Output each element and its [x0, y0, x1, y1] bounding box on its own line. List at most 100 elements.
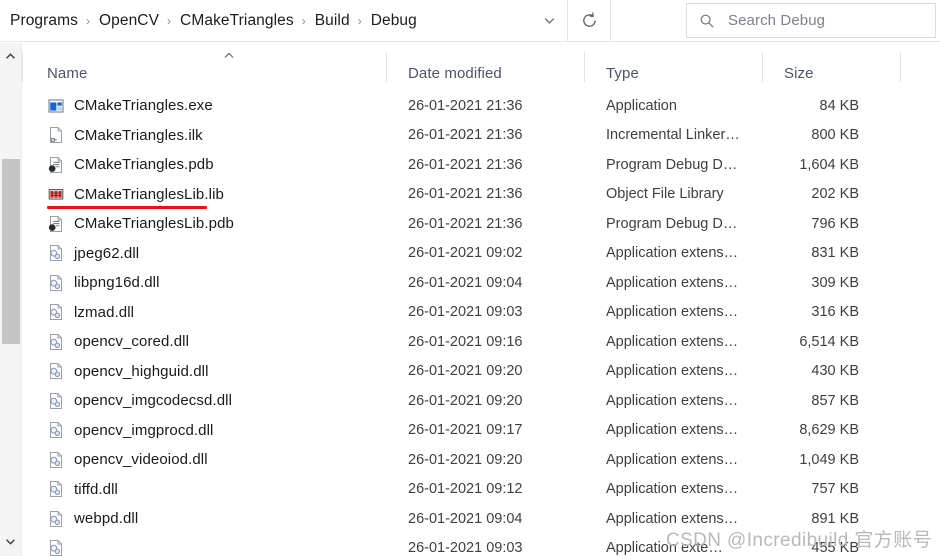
table-row[interactable]: tiffd.dll 26-01-2021 09:12 Application ext…: [22, 475, 940, 505]
breadcrumb-item-2[interactable]: CMakeTriangles: [178, 10, 296, 32]
column-header-size[interactable]: Size: [784, 65, 814, 82]
file-icon: [47, 274, 65, 292]
scroll-down-button[interactable]: [0, 530, 21, 552]
file-name-cell[interactable]: tiffd.dll: [47, 475, 118, 505]
file-name-label: CMakeTrianglesLib.pdb: [74, 215, 234, 233]
table-row[interactable]: lzmad.dll 26-01-2021 09:03 Application ext…: [22, 298, 940, 328]
column-header-name[interactable]: Name: [47, 65, 87, 82]
file-icon: [47, 97, 65, 115]
scrollbar-thumb[interactable]: [2, 159, 20, 344]
file-name-cell[interactable]: libpng16d.dll: [47, 268, 160, 298]
file-date-modified-cell: 26-01-2021 09:20: [408, 451, 523, 468]
table-row[interactable]: opencv_imgprocd.dll 26-01-2021 09:17 Appli…: [22, 416, 940, 446]
file-date-modified-cell: 26-01-2021 09:04: [408, 274, 523, 291]
file-icon: [47, 156, 65, 174]
column-divider[interactable]: [22, 52, 23, 82]
file-size-cell: 316 KB: [811, 304, 859, 321]
file-type-cell: Program Debug D…: [606, 215, 738, 232]
breadcrumb-item-0[interactable]: Programs: [8, 10, 80, 32]
breadcrumb-item-3[interactable]: Build: [313, 10, 352, 32]
breadcrumb[interactable]: Programs › OpenCV › CMakeTriangles › Build › Deb…: [8, 10, 532, 32]
breadcrumb-item-1[interactable]: OpenCV: [97, 10, 161, 32]
file-name-cell[interactable]: webpd.dll: [47, 504, 138, 534]
table-row[interactable]: CMakeTrianglesLib.lib 26-01-2021 21:36 Obj…: [22, 180, 940, 210]
column-divider[interactable]: [584, 52, 585, 82]
file-size-cell: 455 KB: [811, 540, 859, 556]
breadcrumb-item-4[interactable]: Debug: [369, 10, 419, 32]
file-type-cell: Application exte…: [606, 540, 723, 556]
file-name-cell[interactable]: CMakeTrianglesLib.lib: [47, 180, 224, 210]
file-type-cell: Application extens…: [606, 274, 739, 291]
search-icon: [700, 14, 714, 28]
table-row[interactable]: opencv_videoiod.dll 26-01-2021 09:20 Appli…: [22, 445, 940, 475]
table-row[interactable]: CMakeTrianglesLib.pdb 26-01-2021 21:36 Pro…: [22, 209, 940, 239]
file-name-cell[interactable]: opencv_cored.dll: [47, 327, 189, 357]
file-name-cell[interactable]: opencv_imgprocd.dll: [47, 416, 213, 446]
application-exe-icon: [48, 99, 64, 113]
file-name-cell[interactable]: [47, 534, 74, 556]
breadcrumb-separator: ›: [167, 13, 172, 28]
file-name-cell[interactable]: CMakeTriangles.ilk: [47, 121, 203, 151]
file-date-modified-cell: 26-01-2021 09:20: [408, 363, 523, 380]
file-name-cell[interactable]: CMakeTrianglesLib.pdb: [47, 209, 234, 239]
column-header-row: Name Date modified Type Size: [22, 43, 940, 91]
file-name-label: libpng16d.dll: [74, 274, 160, 292]
file-type-cell: Application extens…: [606, 333, 739, 350]
file-list[interactable]: CMakeTriangles.exe 26-01-2021 21:36 Applic…: [22, 91, 940, 556]
column-header-date-modified[interactable]: Date modified: [408, 65, 502, 82]
table-row[interactable]: webpd.dll 26-01-2021 09:04 Application ext…: [22, 504, 940, 534]
address-bar[interactable]: Programs › OpenCV › CMakeTriangles › Build › Deb…: [0, 0, 566, 41]
file-type-cell: Incremental Linker…: [606, 127, 740, 144]
table-row[interactable]: CMakeTriangles.ilk 26-01-2021 21:36 Increm…: [22, 121, 940, 151]
file-name-cell[interactable]: lzmad.dll: [47, 298, 134, 328]
table-row[interactable]: CMakeTriangles.pdb 26-01-2021 21:36 Progra…: [22, 150, 940, 180]
vertical-scrollbar[interactable]: [0, 43, 22, 556]
table-row[interactable]: 26-01-2021 09:03 Application exte… 455 KB: [22, 534, 940, 556]
file-name-cell[interactable]: jpeg62.dll: [47, 239, 139, 269]
file-name-cell[interactable]: opencv_highguid.dll: [47, 357, 209, 387]
file-name-label: webpd.dll: [74, 510, 139, 528]
file-size-cell: 831 KB: [811, 245, 859, 262]
table-row[interactable]: opencv_cored.dll 26-01-2021 09:16 Applicat…: [22, 327, 940, 357]
file-name-cell[interactable]: CMakeTriangles.pdb: [47, 150, 214, 180]
file-icon: [47, 303, 65, 321]
program-debug-database-icon: [48, 215, 62, 232]
file-name-label: opencv_highguid.dll: [74, 362, 209, 380]
column-divider[interactable]: [762, 52, 763, 82]
chevron-down-icon[interactable]: [532, 0, 566, 41]
file-date-modified-cell: 26-01-2021 09:20: [408, 392, 523, 409]
table-row[interactable]: libpng16d.dll 26-01-2021 09:04 Application…: [22, 268, 940, 298]
column-divider[interactable]: [386, 52, 387, 82]
column-header-type[interactable]: Type: [606, 65, 639, 82]
file-name-cell[interactable]: CMakeTriangles.exe: [47, 91, 213, 121]
file-name-label: lzmad.dll: [74, 303, 135, 321]
search-input-placeholder[interactable]: Search Debug: [728, 12, 825, 29]
table-row[interactable]: jpeg62.dll 26-01-2021 09:02 Application ex…: [22, 239, 940, 269]
column-divider[interactable]: [900, 52, 901, 82]
scroll-up-button[interactable]: [0, 45, 21, 67]
file-name-label: tiffd.dll: [74, 480, 118, 498]
file-size-cell: 8,629 KB: [799, 422, 859, 439]
file-type-cell: Application extens…: [606, 245, 739, 262]
program-debug-database-icon: [48, 156, 62, 173]
file-name-label: opencv_imgcodecsd.dll: [74, 392, 233, 410]
file-date-modified-cell: 26-01-2021 09:17: [408, 422, 523, 439]
file-size-cell: 309 KB: [811, 274, 859, 291]
file-date-modified-cell: 26-01-2021 09:03: [408, 540, 523, 556]
file-icon: [47, 244, 65, 262]
file-icon: [47, 510, 65, 528]
table-row[interactable]: CMakeTriangles.exe 26-01-2021 21:36 Applic…: [22, 91, 940, 121]
file-type-cell: Application extens…: [606, 510, 739, 527]
search-box[interactable]: Search Debug: [686, 3, 936, 38]
application-extension-dll-icon: [50, 333, 62, 350]
application-extension-dll-icon: [50, 510, 62, 527]
file-name-cell[interactable]: opencv_videoiod.dll: [47, 445, 208, 475]
refresh-button[interactable]: [567, 0, 611, 41]
file-size-cell: 757 KB: [811, 481, 859, 498]
file-name-cell[interactable]: opencv_imgcodecsd.dll: [47, 386, 232, 416]
table-row[interactable]: opencv_highguid.dll 26-01-2021 09:20 Appli…: [22, 357, 940, 387]
file-size-cell: 857 KB: [811, 392, 859, 409]
object-file-library-icon: [48, 189, 64, 200]
table-row[interactable]: opencv_imgcodecsd.dll 26-01-2021 09:20 App…: [22, 386, 940, 416]
file-icon: [47, 126, 65, 144]
